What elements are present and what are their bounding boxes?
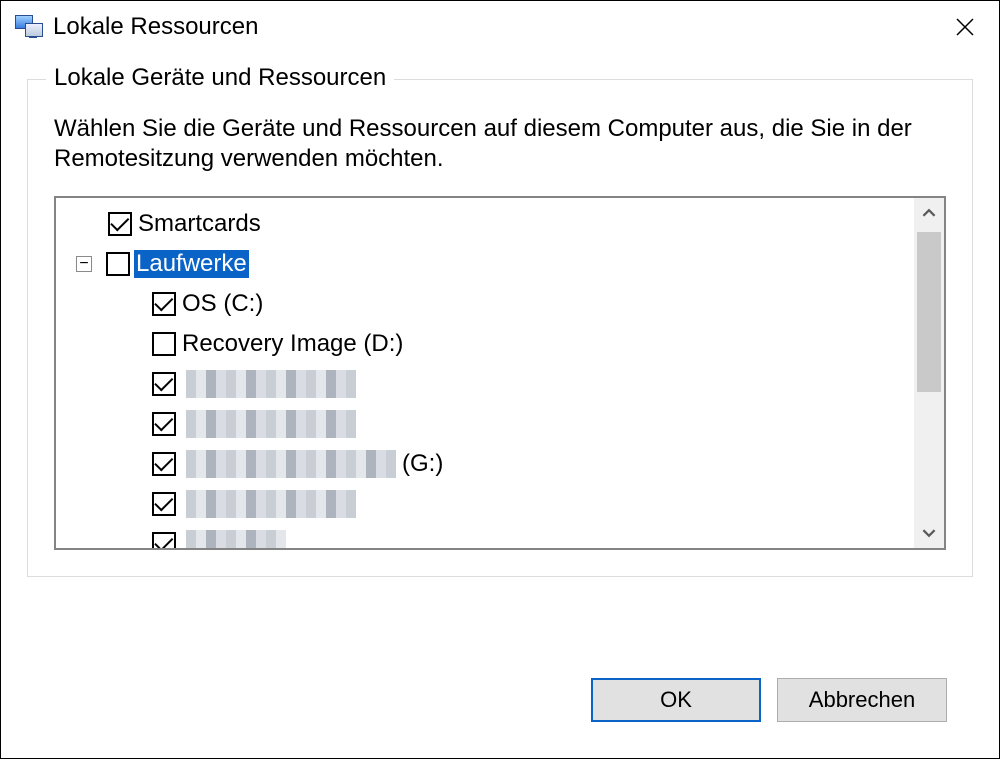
tree-node[interactable]: Recovery Image (D:) <box>56 324 914 364</box>
tree-node-label: Smartcards <box>136 210 263 238</box>
scroll-track[interactable] <box>914 228 944 518</box>
tree-checkbox[interactable] <box>152 292 176 316</box>
window-title: Lokale Ressourcen <box>53 13 258 41</box>
redacted-label <box>186 490 356 518</box>
local-resources-groupbox: Lokale Geräte und Ressourcen Wählen Sie … <box>27 79 973 577</box>
tree-checkbox[interactable] <box>152 452 176 476</box>
close-icon <box>955 17 975 37</box>
tree-node[interactable]: (G:) <box>56 444 914 484</box>
tree-checkbox[interactable] <box>152 332 176 356</box>
tree-node[interactable]: Smartcards <box>56 204 914 244</box>
dialog-button-row: OK Abbrechen <box>27 656 973 748</box>
device-tree[interactable]: Smartcards − Laufwerke OS (C:) Recovery Imag… <box>56 198 914 548</box>
tree-node[interactable] <box>56 484 914 524</box>
dialog-body: Lokale Geräte und Ressourcen Wählen Sie … <box>1 53 999 758</box>
groupbox-legend: Lokale Geräte und Ressourcen <box>46 64 394 92</box>
tree-checkbox[interactable] <box>152 532 176 548</box>
rdp-monitor-icon <box>15 15 43 39</box>
tree-checkbox[interactable] <box>108 212 132 236</box>
dialog-window: Lokale Ressourcen Lokale Geräte und Ress… <box>0 0 1000 759</box>
tree-checkbox[interactable] <box>152 412 176 436</box>
close-button[interactable] <box>935 1 995 53</box>
tree-node-label: OS (C:) <box>180 290 265 318</box>
tree-node-suffix: (G:) <box>402 450 443 478</box>
redacted-label <box>186 370 356 398</box>
tree-expander[interactable]: − <box>76 256 92 272</box>
redacted-label <box>186 530 286 548</box>
cancel-button[interactable]: Abbrechen <box>777 678 947 722</box>
chevron-down-icon <box>922 526 936 540</box>
chevron-up-icon <box>922 206 936 220</box>
device-tree-pane: Smartcards − Laufwerke OS (C:) Recovery Imag… <box>54 196 946 550</box>
tree-checkbox[interactable] <box>106 252 130 276</box>
scroll-down-button[interactable] <box>914 518 944 548</box>
tree-parent-node[interactable]: − Laufwerke <box>56 244 914 284</box>
titlebar: Lokale Ressourcen <box>1 1 999 53</box>
tree-node[interactable] <box>56 364 914 404</box>
tree-node[interactable]: OS (C:) <box>56 284 914 324</box>
redacted-label <box>186 410 356 438</box>
tree-node-label: Laufwerke <box>134 250 249 278</box>
scroll-thumb[interactable] <box>917 232 941 392</box>
redacted-label <box>186 450 396 478</box>
groupbox-description: Wählen Sie die Geräte und Ressourcen auf… <box>54 114 946 174</box>
tree-node[interactable] <box>56 404 914 444</box>
tree-node-label: Recovery Image (D:) <box>180 330 405 358</box>
tree-checkbox[interactable] <box>152 372 176 396</box>
ok-button[interactable]: OK <box>591 678 761 722</box>
tree-checkbox[interactable] <box>152 492 176 516</box>
scrollbar-vertical[interactable] <box>914 198 944 548</box>
scroll-up-button[interactable] <box>914 198 944 228</box>
tree-node[interactable] <box>56 524 914 548</box>
